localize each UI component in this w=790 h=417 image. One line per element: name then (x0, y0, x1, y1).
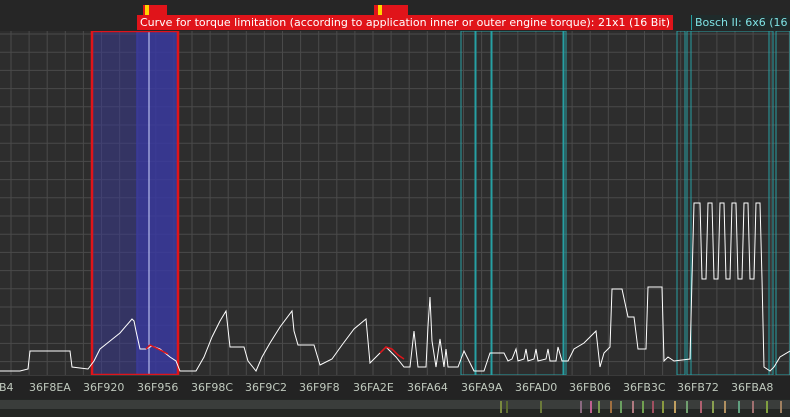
selection-highlight-left (92, 31, 136, 375)
map-box-teal[interactable] (475, 31, 493, 375)
overview-stripe (652, 401, 654, 413)
overview-stripe (686, 401, 688, 413)
overview-stripe (610, 401, 612, 413)
waveform-plot[interactable] (0, 31, 790, 375)
overview-stripe (598, 401, 600, 413)
address-label: 36F920 (83, 381, 125, 394)
map-label-bosch[interactable]: Bosch II: 6x6 (16 Bit (691, 15, 790, 30)
overview-stripe (662, 401, 664, 413)
selection-highlight[interactable] (136, 31, 178, 375)
map-box-teal[interactable] (490, 31, 564, 375)
map-box-teal[interactable] (563, 31, 567, 375)
map-marker-yellow-2 (378, 5, 382, 15)
overview-stripe (580, 401, 582, 413)
hex-graph-viewer[interactable]: Curve for torque limitation (according t… (0, 0, 790, 417)
overview-strip[interactable] (0, 399, 790, 417)
overview-stripe (540, 401, 542, 413)
address-label: 36F9C2 (245, 381, 288, 394)
overview-stripe (590, 401, 592, 413)
overview-stripe (642, 401, 644, 413)
map-label-curve-torque-limitation[interactable]: Curve for torque limitation (according t… (137, 15, 673, 30)
address-label: 36F956 (137, 381, 179, 394)
address-label: 36FA9A (461, 381, 503, 394)
overview-stripe (620, 401, 622, 413)
overview-stripe (738, 401, 740, 413)
address-label: 36FB3C (623, 381, 666, 394)
address-label: 36F9F8 (299, 381, 340, 394)
address-label: 36FBA8 (731, 381, 774, 394)
address-label: 36F98C (191, 381, 234, 394)
overview-stripe (752, 401, 754, 413)
overview-stripe (500, 401, 502, 413)
map-marker-yellow-1 (145, 5, 149, 15)
map-boxes (90, 31, 790, 375)
map-box-teal[interactable] (775, 31, 790, 375)
overview-stripe (766, 401, 768, 413)
map-label-strip: Curve for torque limitation (according t… (0, 0, 790, 31)
address-axis: 8B4 36F8EA 36F920 36F956 36F98C 36F9C2 36F9F8 3… (0, 375, 790, 400)
overview-stripe (724, 401, 726, 413)
address-label: 8B4 (0, 381, 14, 394)
address-label: 36F8EA (29, 381, 71, 394)
address-label: 36FAD0 (515, 381, 558, 394)
address-label: 36FB72 (677, 381, 719, 394)
overview-stripe (712, 401, 714, 413)
overview-stripe (632, 401, 634, 413)
overview-stripe (700, 401, 702, 413)
address-label: 36FB06 (569, 381, 611, 394)
overview-stripe (506, 401, 508, 413)
address-label: 36FA2E (353, 381, 394, 394)
overview-stripe (674, 401, 676, 413)
overview-viewport[interactable] (0, 400, 790, 409)
overview-stripe (780, 401, 782, 413)
address-label: 36FA64 (407, 381, 448, 394)
